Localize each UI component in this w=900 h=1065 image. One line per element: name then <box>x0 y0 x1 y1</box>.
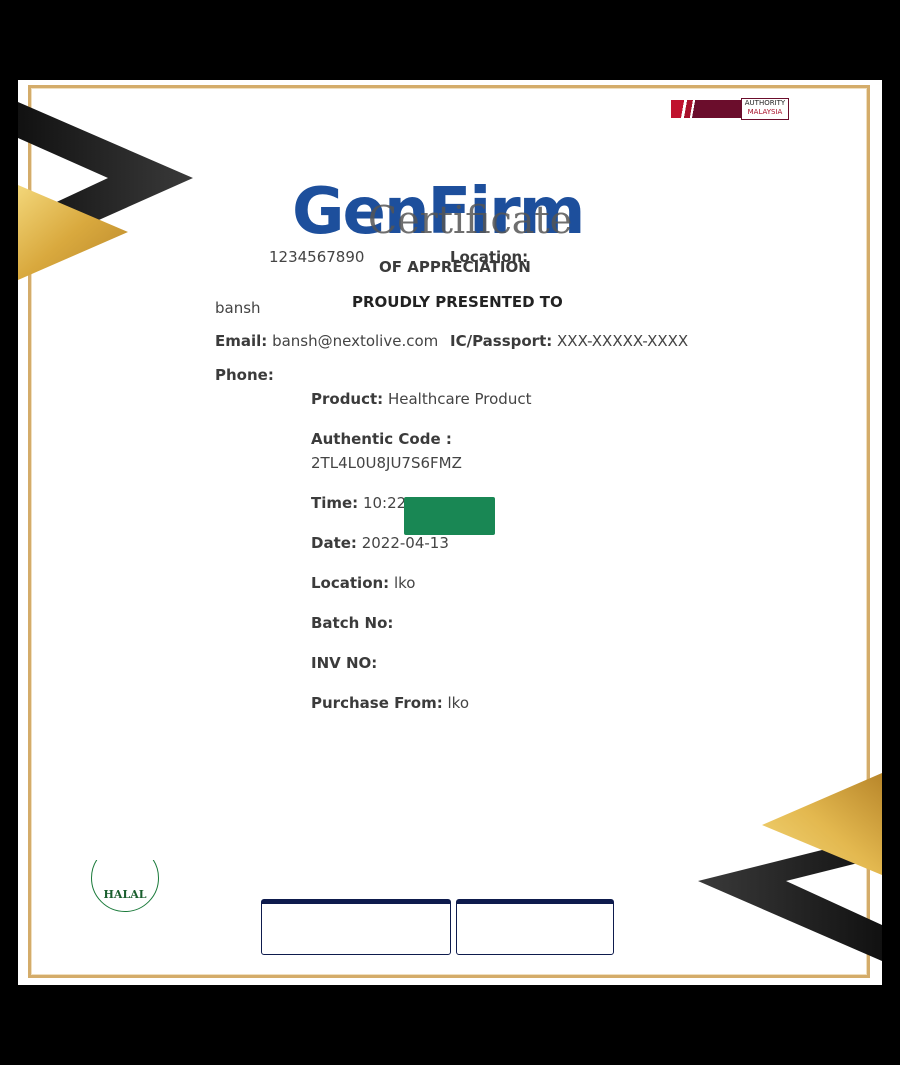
location-row: Location: lko <box>311 574 415 592</box>
ic-row: IC/Passport: XXX-XXXXX-XXXX <box>450 332 688 350</box>
certificate-subtitle: OF APPRECIATION <box>379 258 531 276</box>
authority-text: AUTHORITY <box>744 99 786 107</box>
email-row: Email: bansh@nextolive.com <box>215 332 438 350</box>
code-label: Authentic Code : <box>311 430 452 448</box>
product-row: Product: Healthcare Product <box>311 390 531 408</box>
phone-row: Phone: <box>215 366 274 384</box>
location-label: Location: <box>311 574 390 592</box>
date-label: Date: <box>311 534 357 552</box>
batch-label: Batch No: <box>311 614 394 632</box>
inv-label: INV NO: <box>311 654 378 672</box>
time-label: Time: <box>311 494 359 512</box>
authority-country-text: MALAYSIA <box>747 108 783 116</box>
decorative-corner-bottom-right <box>698 773 882 961</box>
product-value: Healthcare Product <box>387 390 532 408</box>
purchase-label: Purchase From: <box>311 694 443 712</box>
email-value: bansh@nextolive.com <box>272 332 439 350</box>
date-row: Date: 2022-04-13 <box>311 534 449 552</box>
action-button-right[interactable] <box>456 899 614 955</box>
recipient-name: bansh <box>215 299 261 317</box>
location-value: lko <box>393 574 416 592</box>
code-value: 2TL4L0U8JU7S6FMZ <box>311 454 462 472</box>
product-label: Product: <box>311 390 384 408</box>
certificate-title: Certificate <box>368 198 573 242</box>
presented-to-heading: PROUDLY PRESENTED TO <box>352 293 563 311</box>
halal-logo: HALAL <box>91 860 159 912</box>
date-value: 2022-04-13 <box>361 534 449 552</box>
ic-label: IC/Passport: <box>450 332 553 350</box>
time-row: Time: 10:22 <box>311 494 406 512</box>
status-badge <box>404 497 495 535</box>
batch-row: Batch No: <box>311 614 393 632</box>
certificate: AUTHORITY MALAYSIA GenFirm Certificate 1… <box>18 80 882 985</box>
inv-row: INV NO: <box>311 654 377 672</box>
phone-label: Phone: <box>215 366 274 384</box>
email-label: Email: <box>215 332 268 350</box>
authority-badge: AUTHORITY MALAYSIA <box>671 98 789 120</box>
time-value: 10:22 <box>362 494 407 512</box>
halal-text: HALAL <box>103 888 147 901</box>
purchase-value: lko <box>447 694 470 712</box>
decorative-corner-top-left <box>18 102 193 280</box>
action-button-left[interactable] <box>261 899 451 955</box>
recipient-id: 1234567890 <box>269 248 365 266</box>
purchase-row: Purchase From: lko <box>311 694 469 712</box>
ic-value: XXX-XXXXX-XXXX <box>557 332 689 350</box>
